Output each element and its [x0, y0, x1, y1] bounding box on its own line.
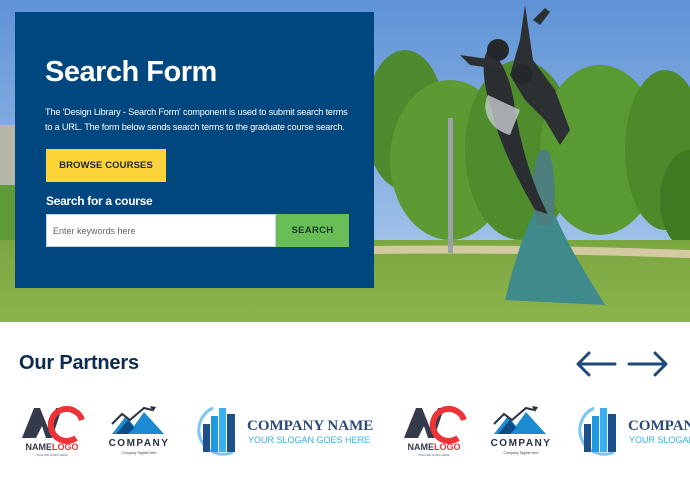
- companyname-tagline: YOUR SLOGAN GOES HERE: [248, 435, 370, 445]
- partner-logo[interactable]: COMPANY NAME YOUR SLOGAN GOES HERE: [574, 398, 690, 460]
- partner-logo[interactable]: NAMELOGO TAGLINE GOES HERE: [400, 398, 468, 460]
- partner-logo[interactable]: COMPANY Company Tagline here: [104, 398, 174, 460]
- partners-prev-button[interactable]: [575, 350, 617, 378]
- hero-banner: Search Form The 'Design Library - Search…: [0, 0, 690, 322]
- company-building-icon: COMPANY NAME YOUR SLOGAN GOES HERE: [197, 406, 373, 456]
- namelogo-name-b: LOGO: [52, 442, 79, 452]
- companyname-name: COMPANY NAME: [247, 418, 373, 434]
- namelogo-icon: NAMELOGO TAGLINE GOES HERE: [22, 405, 85, 457]
- partner-logo[interactable]: NAMELOGO TAGLINE GOES HERE: [18, 398, 86, 460]
- partners-carousel: NAMELOGO TAGLINE GOES HERE COMPANY Compa…: [0, 398, 690, 468]
- namelogo-name-a: NAME: [26, 442, 53, 452]
- page-title: Search Form: [45, 56, 217, 88]
- companyname-name: COMPANY NAME: [628, 418, 690, 434]
- company-name: COMPANY: [491, 438, 552, 449]
- namelogo-tagline: TAGLINE GOES HERE: [36, 453, 67, 457]
- namelogo-icon: NAMELOGO TAGLINE GOES HERE: [404, 405, 467, 457]
- namelogo-name-a: NAME: [408, 442, 435, 452]
- search-input[interactable]: [46, 214, 276, 247]
- search-label: Search for a course: [46, 194, 153, 208]
- search-form: SEARCH: [46, 214, 350, 247]
- partners-next-button[interactable]: [627, 350, 669, 378]
- description-text: The 'Design Library - Search Form' compo…: [45, 107, 348, 132]
- arrow-left-icon: [576, 351, 617, 377]
- search-form-panel: Search Form The 'Design Library - Search…: [15, 12, 374, 288]
- partner-logo[interactable]: COMPANY Company Tagline here: [486, 398, 556, 460]
- namelogo-name-b: LOGO: [434, 442, 461, 452]
- namelogo-tagline: TAGLINE GOES HERE: [418, 453, 449, 457]
- company-mountain-icon: COMPANY Company Tagline here: [109, 406, 170, 455]
- company-building-icon: COMPANY NAME YOUR SLOGAN GOES HERE: [578, 406, 690, 456]
- arrow-right-icon: [627, 351, 668, 377]
- partners-title: Our Partners: [19, 352, 139, 374]
- svg-text:NAMELOGO: NAMELOGO: [26, 442, 79, 452]
- partner-logo[interactable]: COMPANY NAME YOUR SLOGAN GOES HERE: [193, 398, 383, 460]
- companyname-tagline: YOUR SLOGAN GOES HERE: [629, 435, 690, 445]
- company-tagline: Company Tagline here: [504, 451, 539, 455]
- company-mountain-icon: COMPANY Company Tagline here: [491, 406, 552, 455]
- company-name: COMPANY: [109, 438, 170, 449]
- svg-text:NAMELOGO: NAMELOGO: [408, 442, 461, 452]
- search-button[interactable]: SEARCH: [276, 214, 349, 247]
- browse-courses-button[interactable]: BROWSE COURSES: [46, 149, 166, 182]
- company-tagline: Company Tagline here: [122, 451, 157, 455]
